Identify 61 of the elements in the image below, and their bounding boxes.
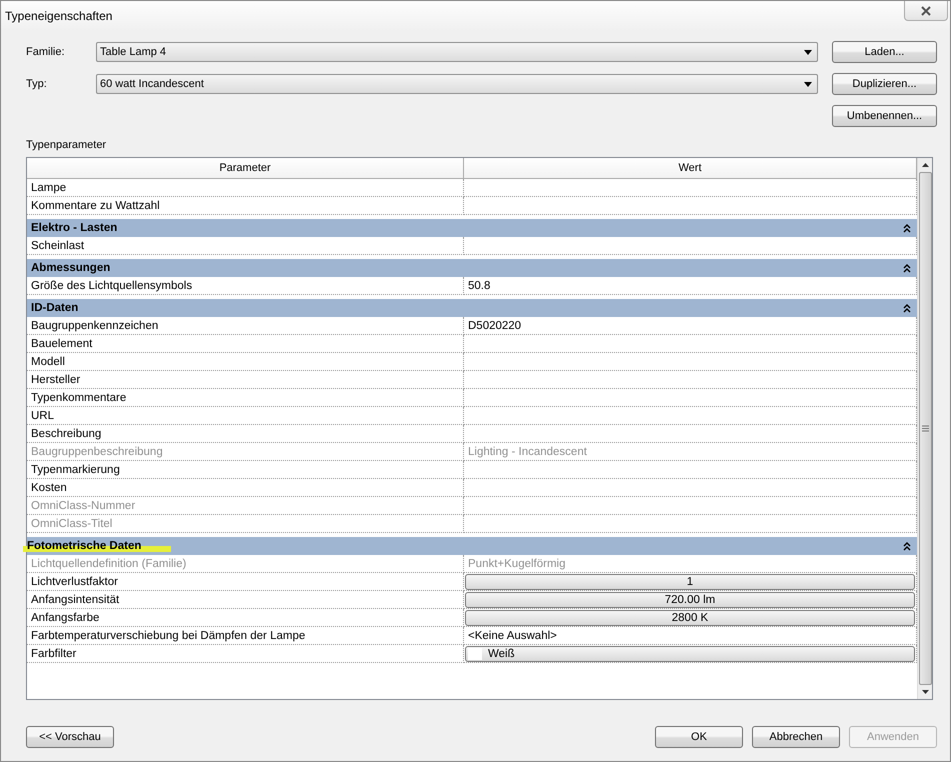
parameter-name: Beschreibung (27, 425, 464, 443)
parameter-name: Farbfilter (27, 645, 464, 663)
caret-icon (804, 82, 812, 86)
column-header[interactable]: Wert (464, 158, 917, 179)
parameter-name: Größe des Lichtquellensymbols (27, 277, 464, 295)
parameter-name: OmniClass-Nummer (27, 497, 464, 515)
parameter-name: Baugruppenkennzeichen (27, 317, 464, 335)
parameter-name: Lichtquellendefinition (Familie) (27, 555, 464, 573)
group-header[interactable]: ID-Daten (27, 299, 917, 317)
value-button[interactable]: 720.00 lm (465, 592, 915, 608)
scrollbar[interactable] (917, 158, 932, 699)
scroll-up-icon[interactable] (922, 163, 928, 167)
close-button[interactable] (904, 1, 948, 21)
parameter-name: Baugruppenbeschreibung (27, 443, 464, 461)
value-button[interactable]: 1 (465, 574, 915, 590)
parameter-name: Modell (27, 353, 464, 371)
parameter-name: Anfangsintensität (27, 591, 464, 609)
close-icon (920, 6, 932, 16)
scrollbar-thumb[interactable] (918, 172, 932, 685)
group-header[interactable]: Abmessungen (27, 259, 917, 277)
parameter-value: 50.8 (464, 277, 917, 295)
dialog-button[interactable]: OK (655, 726, 743, 748)
parameter-name: Kommentare zu Wattzahl (27, 197, 464, 215)
collapse-icon[interactable] (903, 542, 911, 550)
parameter-name: URL (27, 407, 464, 425)
dialog-button[interactable]: Duplizieren... (832, 73, 937, 95)
parameter-name: Kosten (27, 479, 464, 497)
dialog-button[interactable]: Abbrechen (752, 726, 840, 748)
dialog-button[interactable]: Laden... (832, 41, 937, 63)
parameter-name: Scheinlast (27, 237, 464, 255)
caret-icon (804, 50, 812, 54)
scroll-down-icon[interactable] (922, 690, 928, 694)
color-button[interactable]: Weiß (465, 646, 915, 662)
parameter-value: D5020220 (464, 317, 917, 335)
section-label: Typenparameter (26, 139, 108, 151)
value-button[interactable]: 2800 K (465, 610, 915, 626)
parameter-name: OmniClass-Titel (27, 515, 464, 533)
column-header[interactable]: Parameter (27, 158, 464, 179)
parameter-name: Lichtverlustfaktor (27, 573, 464, 591)
parameter-name: Farbtemperaturverschiebung bei Dämpfen der Lampe (27, 627, 464, 645)
dropdown[interactable]: Table Lamp 4 (96, 42, 818, 62)
parameter-name: Typenmarkierung (27, 461, 464, 479)
field-label: Typ: (26, 78, 48, 90)
parameter-value: Lighting - Incandescent (464, 443, 917, 461)
field-label: Familie: (26, 46, 66, 58)
parameter-name: Bauelement (27, 335, 464, 353)
dropdown[interactable]: 60 watt Incandescent (96, 74, 818, 94)
parameter-value: Punkt+Kugelförmig (464, 555, 917, 573)
grip-icon (922, 425, 928, 432)
collapse-icon[interactable] (903, 224, 911, 232)
collapse-icon[interactable] (903, 304, 911, 312)
parameter-name: Lampe (27, 179, 464, 197)
preview-button[interactable]: << Vorschau (26, 726, 114, 748)
collapse-icon[interactable] (903, 264, 911, 272)
dialog-button[interactable]: Umbenennen... (832, 105, 937, 127)
parameter-name: Anfangsfarbe (27, 609, 464, 627)
window-title: Typeneigenschaften (5, 9, 112, 23)
group-header[interactable]: Elektro - Lasten (27, 219, 917, 237)
parameter-name: Hersteller (27, 371, 464, 389)
parameter-value: <Keine Auswahl> (464, 627, 917, 645)
parameter-name: Typenkommentare (27, 389, 464, 407)
